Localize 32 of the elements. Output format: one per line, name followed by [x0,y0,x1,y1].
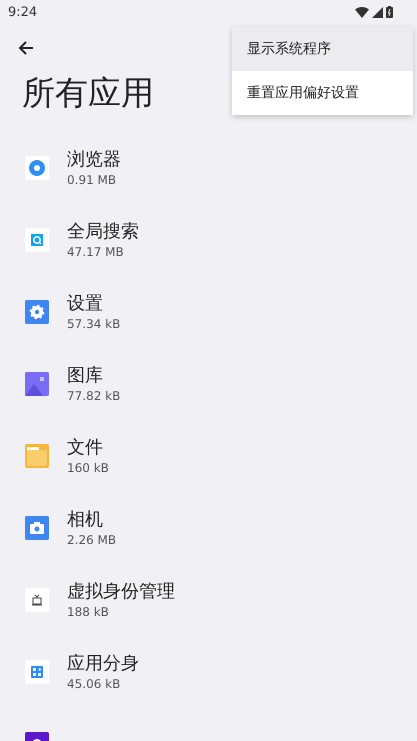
app-size: 2.26 MB [67,532,116,548]
settings-icon [25,300,49,324]
app-name[interactable]: 设置 [67,292,120,316]
app-size: 57.34 kB [67,316,120,332]
app-name[interactable]: 全局搜索 [67,220,139,244]
wifi-icon [355,6,369,18]
image-icon [25,372,49,396]
app-name[interactable]: 文件 [67,436,109,460]
menu-item[interactable]: 重置应用偏好设置 [232,71,413,115]
grid-icon [25,660,49,684]
app-name[interactable]: 相机 [67,508,116,532]
app-name[interactable]: 浏览器 [67,148,121,172]
folder-icon [25,444,49,468]
app-name[interactable]: 图库 [67,364,120,388]
signal-icon [372,6,383,18]
battery-icon [386,6,393,18]
search-icon [25,228,49,252]
status-time: 9:24 [8,4,38,20]
ring-icon [25,156,49,180]
page-title: 所有应用 [22,72,154,114]
app-size: 188 kB [67,604,110,620]
back-icon[interactable] [18,41,34,55]
app-size: 45.06 kB [67,676,122,692]
menu-item[interactable]: 显示系统程序 [232,27,413,71]
tv-icon [25,588,49,612]
app-size: 160 kB [67,460,109,476]
app-size: 47.17 MB [67,244,125,260]
app-name[interactable]: 虚拟身份管理 [67,580,175,604]
camera-icon [25,516,49,540]
app-size: 0.91 MB [67,172,118,188]
app-name[interactable]: 应用分身 [67,652,139,676]
app-size: 77.82 kB [67,388,120,404]
